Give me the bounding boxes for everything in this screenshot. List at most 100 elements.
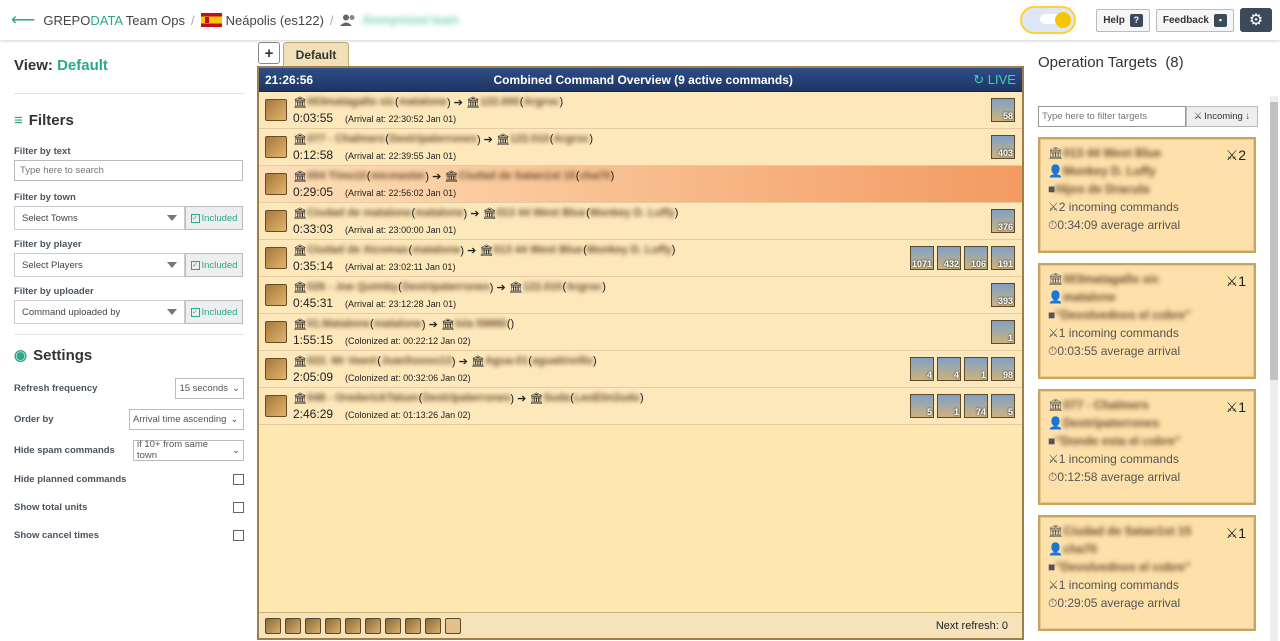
target-player[interactable]: 👤 Monkey D. Luffy: [1048, 162, 1246, 180]
back-arrow-icon[interactable]: ⟵: [11, 10, 35, 30]
scrollbar[interactable]: [1270, 96, 1278, 641]
brand-logo[interactable]: GREPODATA Team Ops: [43, 13, 185, 28]
source-player[interactable]: matalone: [374, 318, 422, 330]
target-player-name[interactable]: matalone: [1063, 290, 1116, 304]
world-name[interactable]: Neápolis (es122): [226, 13, 324, 28]
target-town[interactable]: 013 44 West Blue: [493, 244, 583, 256]
target-player[interactable]: LeoElm2udo: [574, 392, 640, 404]
theme-toggle[interactable]: [1020, 6, 1077, 34]
target-town[interactable]: 122.010: [510, 133, 550, 145]
target-town[interactable]: Isla 59880: [455, 318, 507, 330]
uploader-select[interactable]: Command uploaded by: [14, 300, 185, 324]
target-player[interactable]: Argroc: [566, 281, 602, 293]
target-card[interactable]: ⚔2 🏛 013 44 West Blue 👤 Monkey D. Luffy ■ H…: [1038, 137, 1256, 253]
live-indicator[interactable]: ↻ LIVE: [973, 72, 1016, 88]
source-player[interactable]: Juanhooso13: [381, 355, 452, 367]
target-alliance[interactable]: ■ "Devolvednos el cobre": [1048, 558, 1246, 576]
order-select[interactable]: Arrival time ascending ⌄: [129, 408, 244, 430]
refresh-select[interactable]: 15 seconds ⌄: [175, 377, 244, 399]
source-player[interactable]: Destripaterrones: [389, 133, 477, 145]
uploader-included-toggle[interactable]: ✓ Included: [185, 300, 243, 324]
target-alliance-name[interactable]: "Donde esta el cobre": [1055, 434, 1180, 448]
command-row[interactable]: 🏛 022. Mr Veent (Juanhooso13) ➔ 🏛 Agua-0…: [259, 351, 1022, 388]
total-units-checkbox[interactable]: [233, 501, 244, 513]
target-player[interactable]: 👤 matalone: [1048, 288, 1246, 306]
scrollbar-thumb[interactable]: [1270, 102, 1278, 380]
command-row[interactable]: 🏛 003matagallo xic (matalone) ➔ 🏛 122.00…: [259, 92, 1022, 129]
player-select[interactable]: Select Players: [14, 253, 185, 277]
target-town[interactable]: Agua-01: [485, 355, 528, 367]
hand-filter-icon[interactable]: [445, 617, 461, 634]
source-town[interactable]: Ciudad de Xicomas: [307, 244, 408, 256]
source-player[interactable]: matalone: [399, 96, 447, 108]
target-town[interactable]: 🏛 Ciudad de Satan1st 15: [1048, 522, 1246, 540]
command-row[interactable]: 🏛 Ciudad de Xicomas (matalone) ➔ 🏛 013 4…: [259, 240, 1022, 277]
tab-default[interactable]: Default: [283, 42, 349, 66]
attack-filter-icon[interactable]: [265, 617, 281, 634]
player-included-toggle[interactable]: ✓ Included: [185, 253, 243, 277]
target-player[interactable]: Monkey D. Luffy: [590, 207, 675, 219]
return-filter-icon[interactable]: [425, 617, 441, 634]
source-town[interactable]: 01.Matalone: [307, 318, 370, 330]
filter-text-input[interactable]: [14, 160, 243, 181]
help-button[interactable]: Help?: [1096, 8, 1150, 32]
conquest-filter-icon[interactable]: [405, 617, 421, 634]
target-player-name[interactable]: Monkey D. Luffy: [1063, 164, 1156, 178]
target-town-name[interactable]: 003matagallo xic: [1063, 272, 1159, 286]
target-player[interactable]: Monkey D. Luffy: [587, 244, 672, 256]
target-player[interactable]: 👤 cha70: [1048, 540, 1246, 558]
command-row[interactable]: 🏛 077 - Chalmers (Destripaterrones) ➔ 🏛 …: [259, 129, 1022, 166]
target-alliance-name[interactable]: "Devolvednos el cobre": [1055, 308, 1190, 322]
target-card[interactable]: ⚔1 🏛 003matagallo xic 👤 matalone ■ "Devolve…: [1038, 263, 1256, 379]
town-included-toggle[interactable]: ✓ Included: [185, 206, 243, 230]
source-town[interactable]: 048 - OrederickTatum: [307, 392, 419, 404]
target-player-name[interactable]: cha70: [1063, 542, 1097, 556]
source-player[interactable]: Destripaterrones: [402, 281, 490, 293]
target-town[interactable]: 122.010: [523, 281, 563, 293]
target-alliance-name[interactable]: "Devolvednos el cobre": [1055, 560, 1190, 574]
cancel-times-checkbox[interactable]: [233, 529, 244, 541]
source-player[interactable]: matalone: [415, 207, 463, 219]
source-town[interactable]: 077 - Chalmers: [307, 133, 385, 145]
target-town[interactable]: Suda: [543, 392, 570, 404]
target-player-name[interactable]: Destripaterrones: [1063, 416, 1159, 430]
command-row[interactable]: 🏛 Ciudad de matalone (matalone) ➔ 🏛 013 …: [259, 203, 1022, 240]
target-town-name[interactable]: 077 - Chalmers: [1063, 398, 1148, 412]
target-town[interactable]: 122.000: [480, 96, 520, 108]
target-town[interactable]: 🏛 003matagallo xic: [1048, 270, 1246, 288]
target-player[interactable]: cha70: [579, 170, 610, 182]
spy-filter-icon[interactable]: [325, 617, 341, 634]
source-town[interactable]: 026 - Joe Quimby: [307, 281, 398, 293]
team-name[interactable]: Anonymized team: [363, 13, 459, 27]
settings-gear-button[interactable]: ⚙: [1240, 8, 1272, 32]
command-row[interactable]: 🏛 026 - Joe Quimby (Destripaterrones) ➔ …: [259, 277, 1022, 314]
feedback-button[interactable]: Feedback ▪: [1155, 8, 1234, 32]
target-town[interactable]: Ciudad de Satan1st 15: [458, 170, 575, 182]
target-alliance[interactable]: ■ "Devolvednos el cobre": [1048, 306, 1246, 324]
target-alliance[interactable]: ■ Hijos de Dracula: [1048, 180, 1246, 198]
source-player[interactable]: micmaster: [370, 170, 425, 182]
spam-select[interactable]: if 10+ from same town ⌄: [133, 439, 244, 461]
target-player[interactable]: Argroc: [523, 96, 559, 108]
planned-checkbox[interactable]: [233, 473, 244, 485]
target-town-name[interactable]: 013 44 West Blue: [1063, 146, 1161, 160]
target-player[interactable]: Argroc: [553, 133, 589, 145]
target-player[interactable]: aguatinvillo: [532, 355, 593, 367]
source-town[interactable]: 003matagallo xic: [307, 96, 395, 108]
add-tab-button[interactable]: +: [258, 42, 280, 64]
source-town[interactable]: Ciudad de matalone: [307, 207, 412, 219]
source-town[interactable]: 022. Mr Veent: [307, 355, 377, 367]
target-town[interactable]: 🏛 077 - Chalmers: [1048, 396, 1246, 414]
source-player[interactable]: matalone: [412, 244, 460, 256]
source-player[interactable]: Destripaterrones: [422, 392, 510, 404]
command-row[interactable]: 🏛 004 Timo10 (micmaster) ➔ 🏛 Ciudad de S…: [259, 166, 1022, 203]
siege-filter-icon[interactable]: [365, 617, 381, 634]
revolt-filter-icon[interactable]: [385, 617, 401, 634]
target-town-name[interactable]: Ciudad de Satan1st 15: [1063, 524, 1191, 538]
ship-filter-icon[interactable]: [305, 617, 321, 634]
target-sort-button[interactable]: ⚔ Incoming ↓: [1186, 106, 1258, 127]
target-card[interactable]: ⚔1 🏛 077 - Chalmers 👤 Destripaterrones ■ "D…: [1038, 389, 1256, 505]
hero-filter-icon[interactable]: [345, 617, 361, 634]
support-filter-icon[interactable]: [285, 617, 301, 634]
target-alliance-name[interactable]: Hijos de Dracula: [1055, 182, 1149, 196]
